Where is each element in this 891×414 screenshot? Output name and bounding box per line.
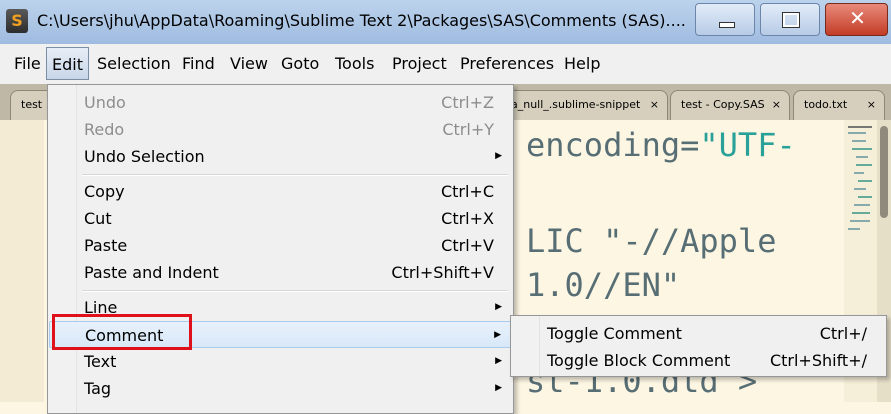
menu-project[interactable]: Project (392, 44, 447, 84)
menu-item-paste[interactable]: Paste Ctrl+V (49, 232, 512, 259)
menu-item-shortcut: Ctrl+C (440, 182, 494, 201)
menu-bar: File Edit Selection Find View Goto Tools… (0, 44, 891, 84)
close-icon: ✕ (849, 6, 866, 30)
highlight-annotation (52, 314, 192, 350)
menu-item-cut[interactable]: Cut Ctrl+X (49, 205, 512, 232)
minimize-icon (719, 22, 735, 28)
menu-item-label: Tag (84, 379, 112, 398)
menu-item-paste-and-indent[interactable]: Paste and Indent Ctrl+Shift+V (49, 259, 512, 286)
menu-item-label: Paste (84, 236, 128, 255)
menu-preferences[interactable]: Preferences (460, 44, 554, 84)
tab-close-icon[interactable]: × (650, 91, 659, 119)
submenu-arrow-icon: ▶ (494, 330, 501, 340)
menu-item-toggle-block-comment[interactable]: Toggle Block Comment Ctrl+Shift+/ (512, 347, 885, 374)
menu-help[interactable]: Help (564, 44, 600, 84)
code-line: encoding="UTF- (526, 126, 796, 164)
menu-item-copy[interactable]: Copy Ctrl+C (49, 178, 512, 205)
menu-item-shortcut: Ctrl+Z (441, 93, 494, 112)
menu-item-text[interactable]: Text ▶ (49, 348, 512, 375)
submenu-arrow-icon: ▶ (495, 151, 502, 161)
menu-item-tag[interactable]: Tag ▶ (49, 375, 512, 402)
code-line: 1.0//EN" (526, 266, 681, 304)
menu-item-redo[interactable]: Redo Ctrl+Y (49, 116, 512, 143)
tab-test-copy[interactable]: test - Copy.SAS × (670, 90, 790, 120)
menu-selection[interactable]: Selection (97, 44, 171, 84)
title-bar: S C:\Users\jhu\AppData\Roaming\Sublime T… (0, 0, 891, 45)
minimize-button[interactable] (695, 3, 755, 36)
window-title: C:\Users\jhu\AppData\Roaming\Sublime Tex… (37, 11, 686, 30)
maximize-icon (782, 12, 800, 28)
submenu-arrow-icon: ▶ (495, 356, 502, 366)
menu-tools[interactable]: Tools (335, 44, 374, 84)
menu-item-shortcut: Ctrl+Y (442, 120, 494, 139)
menu-goto[interactable]: Goto (281, 44, 319, 84)
menu-separator (82, 290, 508, 292)
code-line: LIC "-//Apple (526, 222, 777, 260)
menu-item-label: Paste and Indent (84, 263, 219, 282)
menu-view[interactable]: View (230, 44, 268, 84)
code-line-text: encoding="UTF- (526, 126, 796, 164)
menu-item-shortcut: Ctrl+/ (819, 324, 867, 343)
scrollbar-thumb[interactable] (880, 126, 888, 218)
menu-item-label: Toggle Block Comment (547, 351, 731, 370)
sublime-app-icon: S (6, 9, 28, 33)
menu-item-shortcut: Ctrl+Shift+/ (769, 351, 867, 370)
menu-item-shortcut: Ctrl+X (441, 209, 494, 228)
menu-file[interactable]: File (14, 44, 41, 84)
menu-item-label: Copy (84, 182, 125, 201)
tab-todo[interactable]: todo.txt × (793, 90, 885, 120)
menu-item-undo-selection[interactable]: Undo Selection ▶ (49, 143, 512, 170)
menu-edit[interactable]: Edit (46, 47, 89, 80)
edit-menu-dropdown: Undo Ctrl+Z Redo Ctrl+Y Undo Selection ▶… (47, 84, 514, 414)
menu-item-label: Cut (84, 209, 112, 228)
menu-item-shortcut: Ctrl+Shift+V (391, 263, 494, 282)
menu-item-shortcut: Ctrl+V (441, 236, 494, 255)
submenu-arrow-icon: ▶ (495, 302, 502, 312)
maximize-button[interactable] (760, 3, 820, 36)
submenu-arrow-icon: ▶ (495, 383, 502, 393)
tab-close-icon[interactable]: × (772, 91, 781, 119)
menu-separator (82, 174, 508, 176)
close-button[interactable]: ✕ (825, 3, 888, 36)
comment-submenu: Toggle Comment Ctrl+/ Toggle Block Comme… (510, 315, 887, 377)
line-gutter (0, 120, 44, 402)
menu-item-label: Toggle Comment (547, 324, 682, 343)
menu-find[interactable]: Find (182, 44, 215, 84)
menu-item-label: Text (84, 352, 117, 371)
tab-label: todo.txt (804, 98, 848, 111)
menu-item-label: Undo Selection (84, 147, 205, 166)
tab-label: test (21, 98, 43, 111)
menu-item-toggle-comment[interactable]: Toggle Comment Ctrl+/ (512, 320, 885, 347)
tab-close-icon[interactable]: × (867, 91, 876, 119)
tab-label: test - Copy.SAS (681, 98, 765, 111)
tab-label: a_null_.sublime-snippet (511, 98, 641, 111)
menu-item-label: Undo (84, 93, 126, 112)
menu-item-label: Redo (84, 120, 125, 139)
menu-item-undo[interactable]: Undo Ctrl+Z (49, 89, 512, 116)
